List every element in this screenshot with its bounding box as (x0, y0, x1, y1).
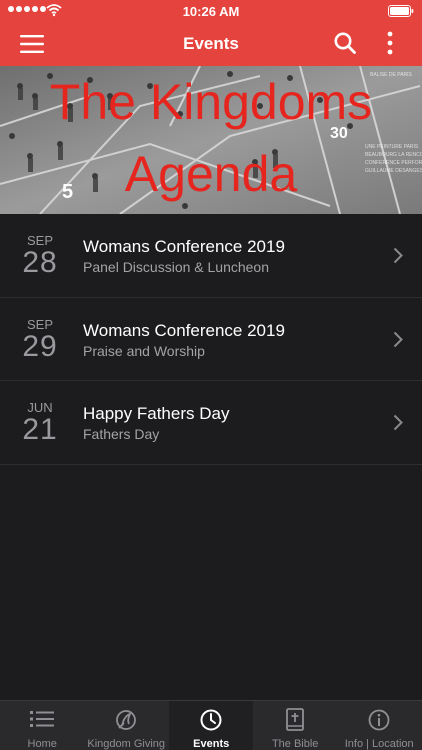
status-bar: 10:26 AM (0, 0, 422, 22)
tab-bar: Home Kingdom Giving Events The Bible Inf… (0, 700, 422, 750)
event-subtitle: Praise and Worship (83, 342, 205, 359)
event-title: Womans Conference 2019 (83, 320, 285, 340)
tab-label: Kingdom Giving (87, 738, 166, 750)
chevron-right-icon (393, 331, 403, 347)
featured-banner[interactable]: 30 5 UNE PEINTURE PARIS BEAUBOURG LA REN… (0, 66, 422, 214)
tab-label: Info | Location (344, 738, 414, 750)
giving-icon (116, 710, 137, 730)
clock-icon (200, 709, 222, 731)
list-icon (30, 711, 55, 727)
search-icon[interactable] (333, 31, 357, 55)
tab-info-location[interactable]: Info | Location (337, 701, 421, 750)
event-day: 21 (22, 413, 58, 446)
bible-icon (286, 708, 305, 731)
tab-home[interactable]: Home (0, 701, 84, 750)
event-row[interactable]: SEP 29 Womans Conference 2019 Praise and… (0, 297, 422, 381)
event-row[interactable]: JUN 21 Happy Fathers Day Fathers Day (0, 381, 422, 465)
tab-label: Events (193, 738, 230, 750)
navigation-bar: Events (0, 22, 422, 66)
event-subtitle: Fathers Day (83, 426, 160, 442)
event-title: Womans Conference 2019 (83, 237, 285, 256)
event-day: 29 (22, 329, 58, 363)
more-options-icon[interactable] (380, 30, 400, 56)
event-subtitle: Panel Discussion & Luncheon (83, 259, 270, 275)
tab-label: The Bible (271, 738, 319, 750)
chevron-right-icon (393, 247, 403, 264)
page-title: Events (183, 34, 239, 53)
chevron-right-icon (393, 414, 403, 431)
event-row[interactable]: SEP 28 Womans Conference 2019 Panel Disc… (0, 214, 422, 298)
tab-kingdom-giving[interactable]: Kingdom Giving (84, 701, 168, 750)
tab-the-bible[interactable]: The Bible (253, 701, 337, 750)
status-time: 10:26 AM (182, 4, 240, 19)
event-day: 28 (22, 246, 58, 279)
banner-title-line2: Agenda (124, 146, 298, 202)
tab-events[interactable]: Events (169, 701, 253, 750)
event-title: Happy Fathers Day (83, 404, 230, 423)
info-icon (368, 709, 390, 731)
banner-title-line1: The Kingdoms (49, 74, 373, 130)
battery-icon (388, 5, 414, 17)
tab-label: Home (27, 738, 57, 750)
events-list: SEP 28 Womans Conference 2019 Panel Disc… (0, 214, 422, 465)
